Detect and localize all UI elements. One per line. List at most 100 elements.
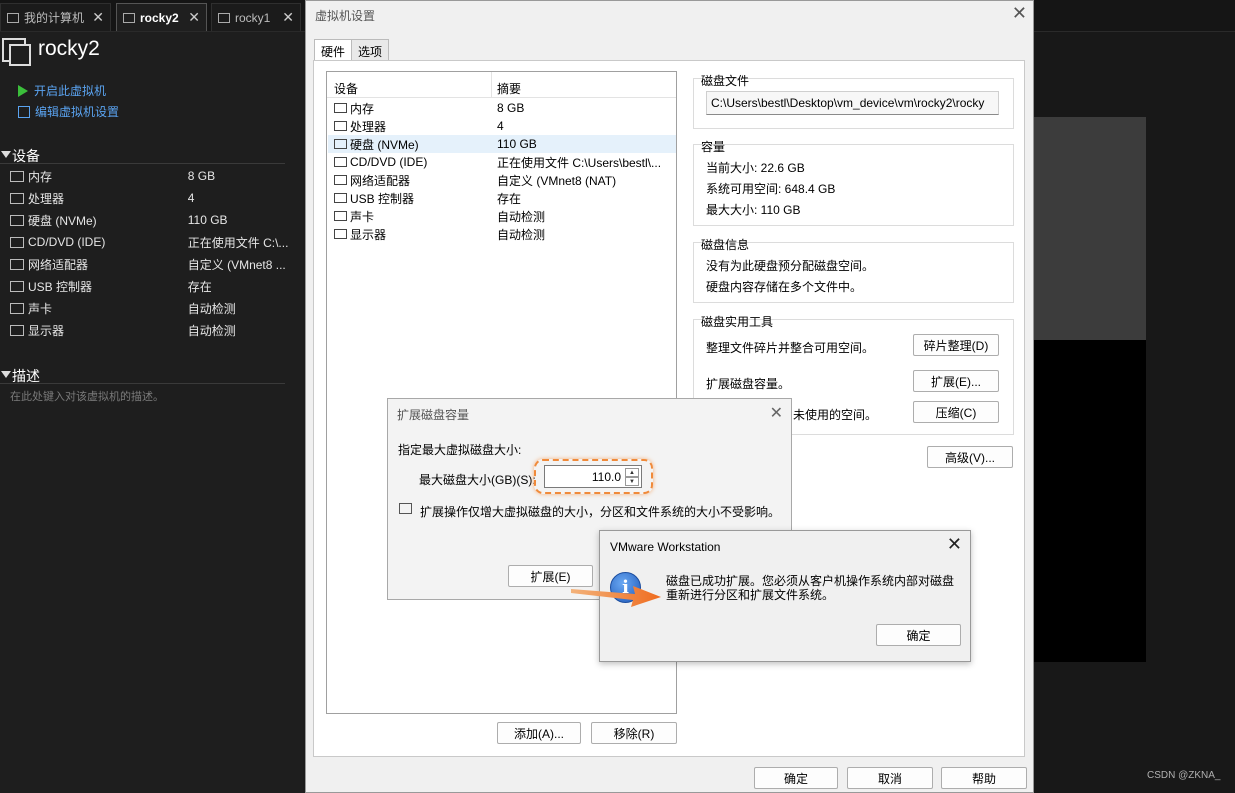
comment-icon [399, 503, 412, 514]
summary-device-row[interactable]: 硬盘 (NVMe) 110 GB [10, 209, 290, 231]
cancel-button[interactable]: 取消 [847, 767, 933, 789]
device-name: 网络适配器 [350, 173, 411, 188]
disk-info-label: 磁盘信息 [701, 238, 750, 252]
play-icon [18, 84, 28, 97]
disk-info-line2: 硬盘内容存储在多个文件中。 [706, 280, 863, 294]
device-summary: 8 GB [497, 101, 525, 115]
device-list-item[interactable]: 网络适配器 自定义 (VMnet8 (NAT) [328, 171, 676, 189]
tab-rocky1[interactable]: rocky1 ✕ [211, 3, 301, 31]
power-on-link[interactable]: 开启此虚拟机 [18, 82, 106, 99]
device-value: 自动检测 [187, 323, 236, 338]
network-icon [10, 258, 24, 270]
device-list-item[interactable]: USB 控制器 存在 [328, 189, 676, 207]
device-name: 声卡 [350, 209, 375, 224]
device-name: 内存 [350, 101, 375, 116]
vm-summary-panel: rocky2 开启此虚拟机 编辑虚拟机设置 设备 内存 8 GB 处理器 4 硬盘 (N… [0, 32, 303, 793]
device-value: 110 GB [187, 213, 228, 227]
vm-icon [2, 38, 31, 66]
help-button[interactable]: 帮助 [941, 767, 1027, 789]
max-size: 最大大小: 110 GB [706, 203, 801, 217]
defrag-text: 整理文件碎片并整合可用空间。 [706, 341, 875, 355]
summary-device-row[interactable]: USB 控制器 存在 [10, 275, 290, 297]
sound-icon [10, 302, 24, 314]
tab-my-computer[interactable]: 我的计算机 ✕ [0, 3, 111, 31]
vm-icon [218, 12, 230, 23]
summary-device-row[interactable]: CD/DVD (IDE) 正在使用文件 C:\... [10, 231, 290, 253]
memory-icon [10, 170, 24, 182]
close-icon[interactable]: ✕ [1012, 3, 1027, 24]
compact-button[interactable]: 压缩(C) [913, 401, 999, 423]
description-section-header[interactable]: 描述 [0, 366, 285, 384]
network-icon [334, 175, 347, 185]
summary-device-row[interactable]: 处理器 4 [10, 187, 290, 209]
device-name: 内存 [28, 169, 53, 184]
edit-settings-label: 编辑虚拟机设置 [35, 105, 120, 119]
computer-icon [7, 12, 19, 23]
ok-button[interactable]: 确定 [754, 767, 838, 789]
expand-dialog-title: 扩展磁盘容量 [397, 408, 470, 422]
highlight-marker [534, 459, 653, 494]
device-name: 网络适配器 [28, 257, 89, 272]
tab-label: rocky1 [235, 10, 271, 25]
advanced-button[interactable]: 高级(V)... [927, 446, 1013, 468]
column-device[interactable]: 设备 [334, 80, 358, 97]
defrag-button[interactable]: 碎片整理(D) [913, 334, 999, 356]
description-hint[interactable]: 在此处键入对该虚拟机的描述。 [10, 388, 164, 404]
close-icon[interactable]: ✕ [947, 534, 962, 555]
summary-device-row[interactable]: 网络适配器 自定义 (VMnet8 ... [10, 253, 290, 275]
add-button[interactable]: 添加(A)... [497, 722, 581, 744]
device-summary: 自定义 (VMnet8 (NAT) [497, 173, 617, 188]
remove-button[interactable]: 移除(R) [591, 722, 677, 744]
edit-settings-link[interactable]: 编辑虚拟机设置 [18, 103, 119, 120]
device-name: 硬盘 (NVMe) [350, 137, 419, 152]
close-icon[interactable]: ✕ [84, 9, 104, 26]
summary-device-row[interactable]: 声卡 自动检测 [10, 297, 290, 319]
tab-rocky2[interactable]: rocky2 ✕ [116, 3, 207, 31]
vm-icon [123, 12, 135, 23]
cpu-icon [10, 192, 24, 204]
cd-icon [10, 236, 24, 248]
display-icon [10, 324, 24, 336]
device-list-item[interactable]: 声卡 自动检测 [328, 207, 676, 225]
device-value: 正在使用文件 C:\... [187, 235, 289, 250]
tab-hardware[interactable]: 硬件 [314, 39, 353, 62]
disk-icon [334, 139, 347, 149]
summary-device-row[interactable]: 内存 8 GB [10, 165, 290, 187]
device-summary: 存在 [497, 191, 522, 206]
vm-title: rocky2 [38, 37, 100, 60]
cd-icon [334, 157, 347, 167]
device-name: 显示器 [28, 323, 65, 338]
device-list-item[interactable]: 显示器 自动检测 [328, 225, 676, 243]
expand-button[interactable]: 扩展(E)... [913, 370, 999, 392]
message-ok-button[interactable]: 确定 [876, 624, 961, 646]
devices-section-header[interactable]: 设备 [0, 146, 285, 164]
device-list-item[interactable]: CD/DVD (IDE) 正在使用文件 C:\Users\bestl\... [328, 153, 676, 171]
device-value: 存在 [187, 279, 212, 294]
tab-label: rocky2 [140, 10, 179, 25]
column-summary[interactable]: 摘要 [497, 80, 521, 97]
watermark: CSDN @ZKNA_ [1147, 770, 1221, 781]
device-summary: 正在使用文件 C:\Users\bestl\... [497, 155, 662, 170]
summary-device-row[interactable]: 显示器 自动检测 [10, 319, 290, 341]
device-name: 处理器 [350, 119, 387, 134]
close-icon[interactable]: ✕ [180, 9, 200, 26]
max-size-label: 最大磁盘大小(GB)(S): [419, 473, 536, 487]
disk-file-field[interactable]: C:\Users\bestl\Desktop\vm_device\vm\rock… [706, 91, 999, 115]
usb-icon [334, 193, 347, 203]
device-list-item[interactable]: 内存 8 GB [328, 99, 676, 117]
device-value: 自定义 (VMnet8 ... [187, 257, 286, 272]
compact-text: 未使用的空间。 [793, 408, 878, 422]
message-title: VMware Workstation [610, 540, 721, 554]
expand-text: 扩展磁盘容量。 [706, 377, 791, 391]
close-icon[interactable]: ✕ [274, 9, 294, 26]
device-list-item[interactable]: 硬盘 (NVMe) 110 GB [328, 135, 676, 153]
dialog-title: 虚拟机设置 [315, 9, 376, 23]
tab-options[interactable]: 选项 [351, 39, 390, 61]
device-summary: 110 GB [497, 137, 537, 151]
close-icon[interactable]: ✕ [770, 403, 783, 423]
display-icon [334, 229, 347, 239]
device-list-item[interactable]: 处理器 4 [328, 117, 676, 135]
device-name: USB 控制器 [350, 191, 415, 206]
device-value: 自动检测 [187, 301, 236, 316]
device-summary: 自动检测 [497, 209, 546, 224]
